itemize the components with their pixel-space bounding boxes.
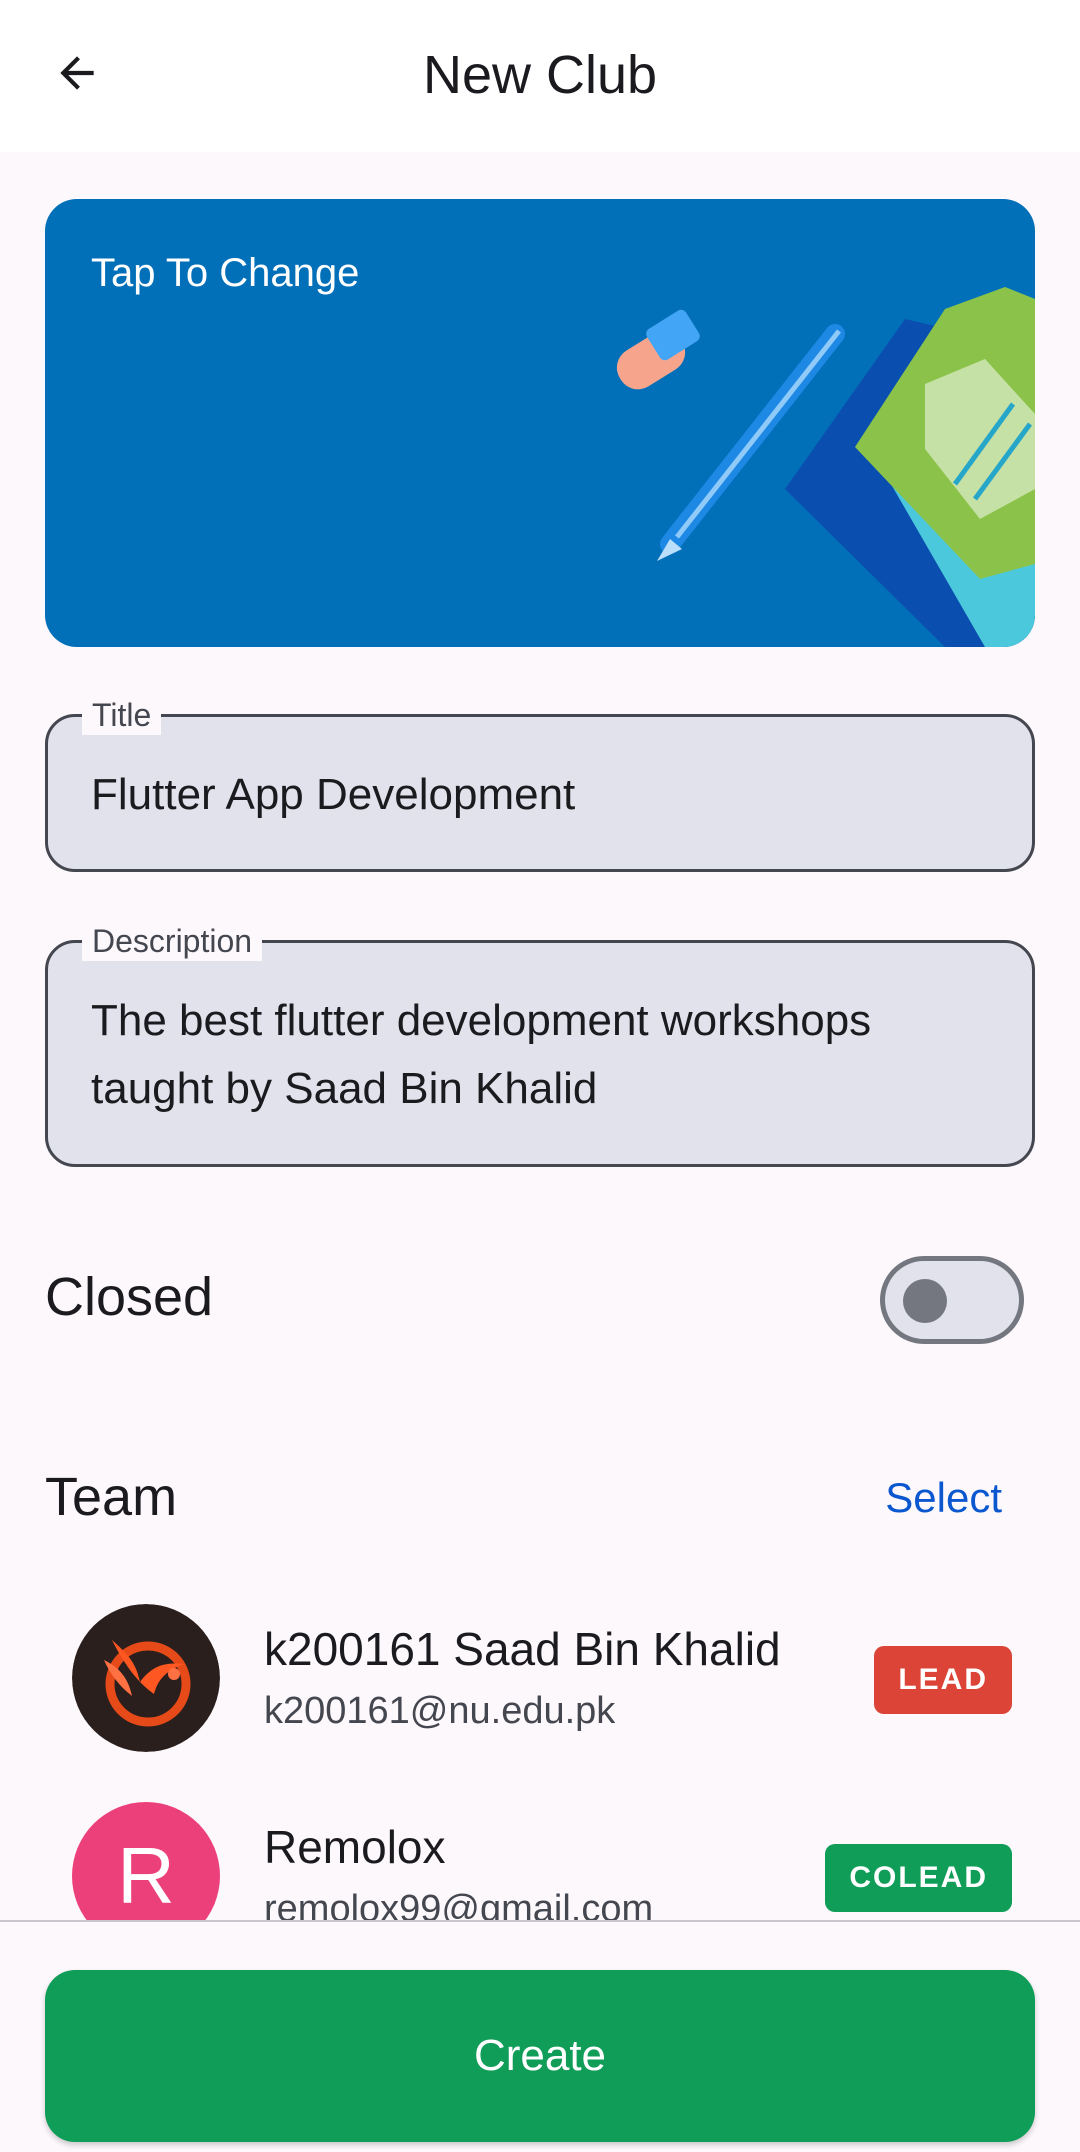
toggle-knob xyxy=(903,1279,947,1323)
banner-change-label: Tap To Change xyxy=(91,251,360,295)
phoenix-logo xyxy=(72,1604,220,1752)
closed-toggle[interactable] xyxy=(880,1256,1024,1344)
create-button[interactable]: Create xyxy=(45,1970,1035,2142)
description-field[interactable]: Description The best flutter development… xyxy=(45,921,1035,1167)
club-banner-image[interactable]: Tap To Change xyxy=(45,199,1035,647)
closed-label: Closed xyxy=(45,1267,214,1327)
team-heading: Team xyxy=(45,1467,178,1527)
title-field-label: Title xyxy=(82,695,162,735)
description-input-value[interactable]: The best flutter development workshops t… xyxy=(91,987,992,1123)
member-name: k200161 Saad Bin Khalid xyxy=(264,1623,781,1675)
title-input-value[interactable]: Flutter App Development xyxy=(91,761,992,829)
role-badge-colead: COLEAD xyxy=(825,1844,1012,1912)
role-badge-lead: LEAD xyxy=(874,1646,1012,1714)
select-team-button[interactable]: Select xyxy=(885,1474,1002,1522)
page-title: New Club xyxy=(422,45,658,105)
avatar xyxy=(72,1604,220,1752)
bottom-action-bar: Create xyxy=(0,1920,1080,2152)
app-bar: New Club xyxy=(0,0,1080,152)
description-field-label: Description xyxy=(82,921,263,961)
team-member-row[interactable]: k200161 Saad Bin Khalid k200161@nu.edu.p… xyxy=(72,1604,1012,1754)
member-name: Remolox xyxy=(264,1821,446,1873)
title-field[interactable]: Title Flutter App Development xyxy=(45,695,1035,872)
member-email: k200161@nu.edu.pk xyxy=(264,1690,616,1732)
